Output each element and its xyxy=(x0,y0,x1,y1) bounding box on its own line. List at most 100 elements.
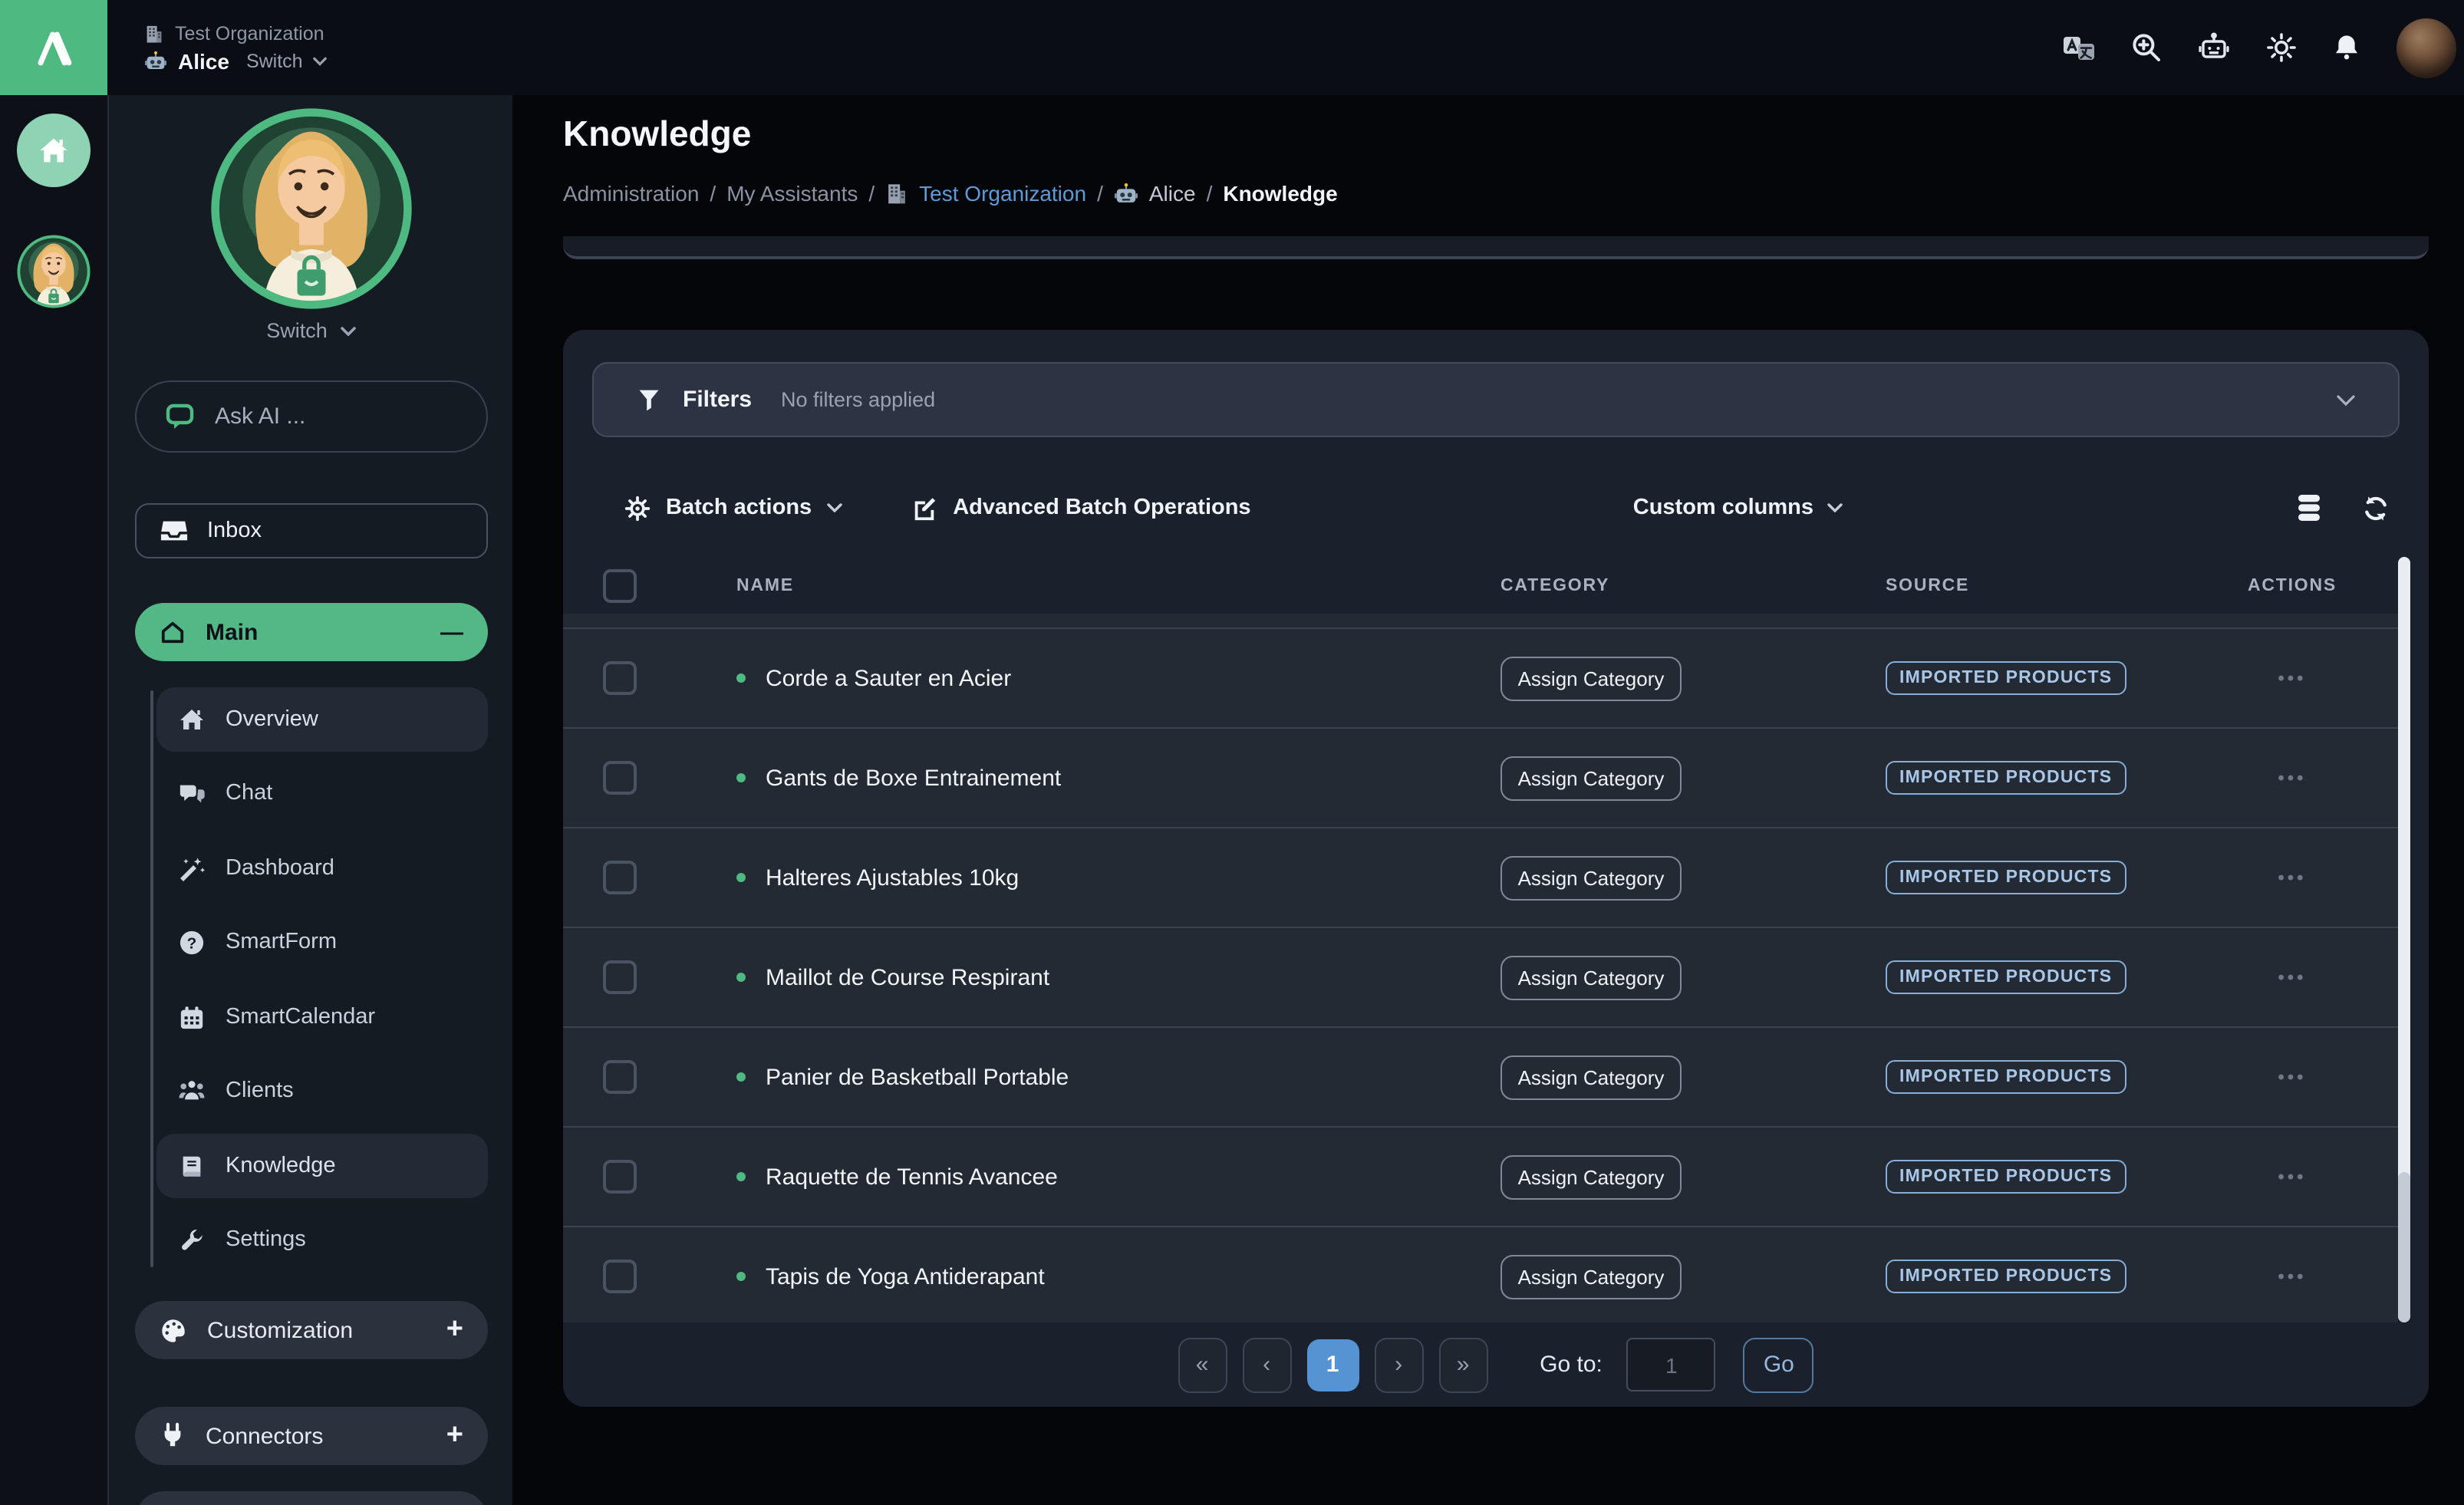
notifications-bell-icon[interactable] xyxy=(2332,32,2361,63)
table-row[interactable]: Panier de Basketball Portable Assign Cat… xyxy=(563,1026,2398,1126)
assign-category-button[interactable]: Assign Category xyxy=(1500,1254,1682,1299)
vertical-scrollbar[interactable] xyxy=(2398,557,2410,1322)
expand-icon[interactable]: + xyxy=(446,1419,463,1453)
row-actions-menu[interactable]: ••• xyxy=(2278,1066,2306,1088)
breadcrumb-assistant[interactable]: Alice xyxy=(1149,181,1196,206)
goto-page-input[interactable] xyxy=(1627,1338,1716,1391)
refresh-icon[interactable] xyxy=(2361,493,2390,522)
assistant-switch-label[interactable]: Switch xyxy=(246,50,303,71)
breadcrumb-organization[interactable]: Test Organization xyxy=(919,181,1086,206)
row-actions-menu[interactable]: ••• xyxy=(2278,1266,2306,1287)
product-name: Raquette de Tennis Avancee xyxy=(766,1164,1058,1190)
sidebar-item-overview[interactable]: Overview xyxy=(156,687,488,752)
column-header-name[interactable]: NAME xyxy=(736,576,794,594)
rail-home-button[interactable] xyxy=(17,114,91,187)
breadcrumb-separator: / xyxy=(868,181,875,206)
pagination: « ‹ 1 › » Go to: Go xyxy=(563,1322,2429,1407)
ask-ai-input[interactable]: Ask AI ... xyxy=(135,380,488,453)
assistant-avatar[interactable] xyxy=(210,107,413,310)
column-header-category[interactable]: CATEGORY xyxy=(1500,576,1609,594)
chevron-down-icon[interactable] xyxy=(2337,394,2355,406)
source-badge: IMPORTED PRODUCTS xyxy=(1886,761,2126,795)
row-checkbox[interactable] xyxy=(603,960,637,994)
pagination-next-button[interactable]: › xyxy=(1374,1337,1423,1392)
translate-icon[interactable] xyxy=(2062,33,2096,62)
column-header-source[interactable]: SOURCE xyxy=(1886,576,1969,594)
sidebar-section-connectors[interactable]: Connectors + xyxy=(135,1407,488,1465)
filters-bar[interactable]: Filters No filters applied xyxy=(592,362,2400,437)
sidebar-item-smartcalendar[interactable]: SmartCalendar xyxy=(156,985,488,1049)
collapse-icon[interactable]: — xyxy=(440,619,463,645)
table-row[interactable]: Halteres Ajustables 10kg Assign Category… xyxy=(563,827,2398,927)
user-avatar[interactable] xyxy=(2396,18,2456,77)
row-checkbox[interactable] xyxy=(603,861,637,894)
pagination-first-button[interactable]: « xyxy=(1178,1337,1227,1392)
assign-category-button[interactable]: Assign Category xyxy=(1500,1055,1682,1099)
go-button[interactable]: Go xyxy=(1744,1337,1814,1392)
building-icon xyxy=(144,24,164,42)
theme-sun-icon[interactable] xyxy=(2266,32,2297,63)
source-badge: IMPORTED PRODUCTS xyxy=(1886,861,2126,894)
row-actions-menu[interactable]: ••• xyxy=(2278,767,2306,789)
breadcrumb-my-assistants[interactable]: My Assistants xyxy=(726,181,858,206)
pagination-page-1[interactable]: 1 xyxy=(1306,1339,1359,1391)
question-circle-icon: ? xyxy=(178,929,206,955)
assistant-robot-icon[interactable] xyxy=(2197,32,2231,63)
row-actions-menu[interactable]: ••• xyxy=(2278,967,2306,988)
table-row[interactable]: Raquette de Tennis Avancee Assign Catego… xyxy=(563,1126,2398,1226)
batch-actions-button[interactable]: Batch actions xyxy=(624,495,842,521)
sidebar-item-knowledge[interactable]: Knowledge xyxy=(156,1134,488,1198)
table-row[interactable]: Maillot de Course Respirant Assign Categ… xyxy=(563,927,2398,1026)
expand-icon[interactable]: + xyxy=(446,1313,463,1347)
advanced-batch-button[interactable]: Advanced Batch Operations xyxy=(911,495,1250,521)
switch-assistant[interactable]: Switch xyxy=(109,319,514,342)
row-checkbox[interactable] xyxy=(603,761,637,795)
app-logo[interactable] xyxy=(0,0,107,95)
pagination-last-button[interactable]: » xyxy=(1438,1337,1487,1392)
row-actions-menu[interactable]: ••• xyxy=(2278,867,2306,888)
org-switcher[interactable]: Test Organization Alice Switch xyxy=(144,22,328,73)
scrollbar-thumb[interactable] xyxy=(2398,1172,2410,1322)
row-actions-menu[interactable]: ••• xyxy=(2278,1166,2306,1187)
rail-assistant-avatar[interactable] xyxy=(17,235,91,308)
table-row[interactable]: Corde a Sauter en Acier Assign Category … xyxy=(563,627,2398,727)
sidebar-item-clients[interactable]: Clients xyxy=(156,1059,488,1123)
row-checkbox[interactable] xyxy=(603,661,637,695)
assign-category-button[interactable]: Assign Category xyxy=(1500,1154,1682,1199)
sidebar-section-customization[interactable]: Customization + xyxy=(135,1301,488,1359)
assign-category-button[interactable]: Assign Category xyxy=(1500,855,1682,900)
breadcrumb-administration[interactable]: Administration xyxy=(563,181,699,206)
zoom-search-icon[interactable] xyxy=(2131,32,2162,63)
sidebar-item-chat[interactable]: Chat xyxy=(156,761,488,825)
database-icon[interactable] xyxy=(2295,492,2323,523)
status-dot xyxy=(736,1072,746,1082)
assign-category-button[interactable]: Assign Category xyxy=(1500,955,1682,999)
sidebar-item-inbox[interactable]: Inbox xyxy=(135,503,488,558)
product-name: Tapis de Yoga Antiderapant xyxy=(766,1263,1045,1289)
assign-category-button[interactable]: Assign Category xyxy=(1500,656,1682,700)
switch-label: Switch xyxy=(266,319,328,342)
sidebar-item-dashboard[interactable]: Dashboard xyxy=(156,836,488,901)
select-all-checkbox[interactable] xyxy=(603,568,637,602)
table-row[interactable]: Tapis de Yoga Antiderapant Assign Catego… xyxy=(563,1226,2398,1322)
custom-columns-button[interactable]: Custom columns xyxy=(1633,496,1843,520)
home-icon xyxy=(178,707,206,732)
row-checkbox[interactable] xyxy=(603,1260,637,1293)
robot-icon xyxy=(144,51,167,71)
status-dot xyxy=(736,1172,746,1181)
pagination-prev-button[interactable]: ‹ xyxy=(1242,1337,1291,1392)
knowledge-panel: Filters No filters applied xyxy=(563,330,2429,1407)
sidebar-section-main[interactable]: Main — xyxy=(135,603,488,661)
row-checkbox[interactable] xyxy=(603,1160,637,1194)
sidebar-item-smartform[interactable]: ? SmartForm xyxy=(156,910,488,974)
main-content: Knowledge Administration / My Assistants… xyxy=(512,95,2464,1505)
chevron-down-icon xyxy=(827,503,842,512)
sidebar-item-settings[interactable]: Settings xyxy=(156,1207,488,1272)
status-dot xyxy=(736,873,746,882)
row-checkbox[interactable] xyxy=(603,1060,637,1094)
assign-category-button[interactable]: Assign Category xyxy=(1500,756,1682,800)
row-actions-menu[interactable]: ••• xyxy=(2278,667,2306,689)
table-row[interactable]: Gants de Boxe Entrainement Assign Catego… xyxy=(563,727,2398,827)
assistant-row[interactable]: Alice Switch xyxy=(144,48,328,73)
menu-label: Knowledge xyxy=(226,1154,336,1178)
